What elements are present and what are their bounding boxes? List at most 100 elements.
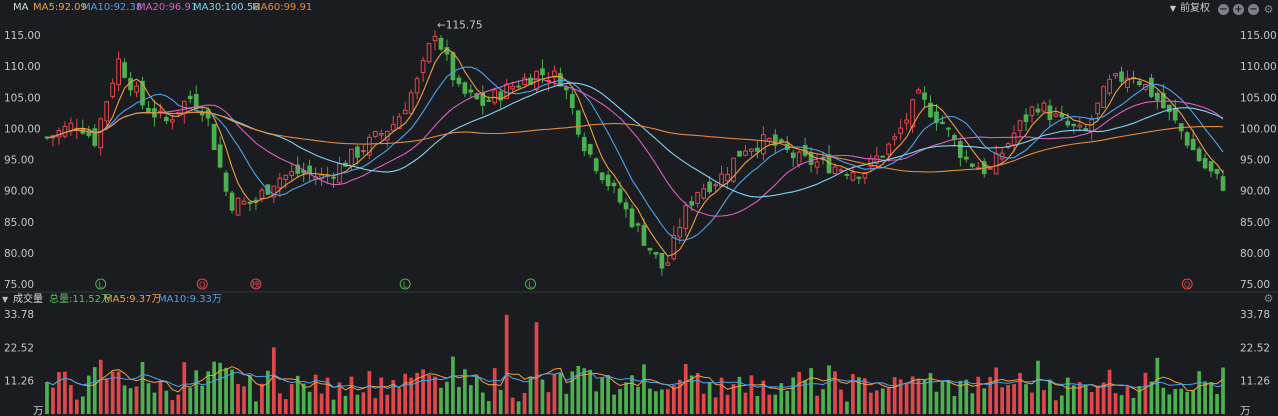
volume-bar[interactable] <box>1006 385 1010 414</box>
volume-bar[interactable] <box>367 371 372 414</box>
volume-bar[interactable] <box>654 391 658 414</box>
candle[interactable] <box>181 100 187 124</box>
volume-bar[interactable] <box>1161 387 1166 414</box>
volume-bar[interactable] <box>1167 394 1172 414</box>
volume-gear-icon[interactable]: ⚙ <box>1263 293 1274 304</box>
candle[interactable] <box>199 106 205 122</box>
volume-title[interactable]: 成交量 <box>13 292 43 308</box>
volume-bar[interactable] <box>648 388 652 414</box>
volume-bar[interactable] <box>104 378 109 414</box>
zoom-out-icon[interactable]: − <box>1248 3 1259 15</box>
volume-bar[interactable] <box>1209 382 1213 414</box>
candle[interactable] <box>116 51 121 92</box>
volume-bar[interactable] <box>468 385 473 414</box>
volume-bar[interactable] <box>1215 393 1219 414</box>
volume-bar[interactable] <box>767 394 772 414</box>
volume-bar[interactable] <box>773 394 778 414</box>
volume-bar[interactable] <box>164 390 169 414</box>
volume-bar[interactable] <box>170 400 175 414</box>
volume-bar[interactable] <box>236 384 240 414</box>
volume-bar[interactable] <box>540 379 545 414</box>
candle[interactable] <box>957 137 963 167</box>
candle[interactable] <box>749 148 754 157</box>
minus-icon[interactable]: − <box>1218 3 1229 15</box>
candle[interactable] <box>301 162 307 182</box>
candle[interactable] <box>1202 153 1208 170</box>
volume-bar[interactable] <box>528 377 533 414</box>
candle[interactable] <box>420 56 426 82</box>
volume-bar[interactable] <box>886 387 891 414</box>
candle[interactable] <box>408 89 414 116</box>
candle[interactable] <box>241 197 247 206</box>
volume-bar[interactable] <box>946 381 951 414</box>
candle[interactable] <box>916 87 921 94</box>
volume-bar[interactable] <box>516 401 521 414</box>
volume-bar[interactable] <box>504 314 509 414</box>
candle[interactable] <box>671 226 677 262</box>
candle[interactable] <box>235 196 241 216</box>
adjust-dropdown-icon[interactable]: ▼ <box>1170 1 1176 17</box>
candle[interactable] <box>307 159 313 182</box>
volume-bar[interactable] <box>69 385 73 414</box>
volume-bar[interactable] <box>594 391 599 414</box>
volume-bar[interactable] <box>725 394 730 414</box>
candle[interactable] <box>665 255 671 267</box>
volume-bar[interactable] <box>451 356 455 414</box>
candle[interactable] <box>277 172 283 197</box>
candle[interactable] <box>701 183 707 201</box>
candle[interactable] <box>337 156 342 185</box>
candle[interactable] <box>384 130 390 148</box>
volume-bar[interactable] <box>1065 377 1070 414</box>
volume-bar[interactable] <box>624 382 628 414</box>
volume-bar[interactable] <box>671 385 676 414</box>
volume-bar[interactable] <box>1036 360 1040 414</box>
volume-bar[interactable] <box>1113 393 1118 414</box>
volume-bar[interactable] <box>892 377 897 414</box>
candle[interactable] <box>880 155 886 158</box>
candle[interactable] <box>695 191 701 208</box>
volume-bar[interactable] <box>618 389 622 414</box>
candle[interactable] <box>725 166 730 190</box>
candle[interactable] <box>450 51 456 87</box>
candle[interactable] <box>146 101 151 114</box>
volume-bar[interactable] <box>803 380 807 414</box>
candle[interactable] <box>575 109 581 138</box>
volume-bar[interactable] <box>636 386 640 414</box>
volume-bar[interactable] <box>301 383 306 414</box>
candle[interactable] <box>844 171 850 180</box>
candle[interactable] <box>934 103 939 131</box>
volume-bar[interactable] <box>331 399 336 414</box>
volume-bar[interactable] <box>277 393 282 414</box>
candle[interactable] <box>140 76 145 110</box>
volume-bar[interactable] <box>433 376 437 414</box>
candle[interactable] <box>743 144 748 157</box>
candle[interactable] <box>760 125 766 161</box>
candle[interactable] <box>92 124 98 148</box>
candle[interactable] <box>790 149 796 167</box>
volume-bar[interactable] <box>1203 381 1207 414</box>
volume-bar[interactable] <box>677 379 682 414</box>
event-marker[interactable]: Q <box>196 278 208 290</box>
volume-bar[interactable] <box>373 398 378 414</box>
candle[interactable] <box>772 129 778 153</box>
event-marker[interactable]: Q <box>1181 278 1193 290</box>
volume-bar[interactable] <box>224 367 228 414</box>
candle[interactable] <box>623 198 629 218</box>
volume-bar[interactable] <box>140 361 145 414</box>
candle[interactable] <box>1196 146 1202 163</box>
volume-bar[interactable] <box>1048 379 1052 414</box>
volume-bar[interactable] <box>439 387 443 414</box>
volume-bar[interactable] <box>86 375 91 414</box>
volume-bar[interactable] <box>809 368 813 414</box>
volume-bar[interactable] <box>880 388 885 414</box>
candle[interactable] <box>187 90 193 104</box>
volume-bar[interactable] <box>212 361 216 414</box>
candle[interactable] <box>1005 142 1011 150</box>
candle[interactable] <box>211 123 217 151</box>
candle[interactable] <box>253 196 259 210</box>
event-marker[interactable]: 榜 <box>250 278 262 290</box>
candle[interactable] <box>892 133 898 146</box>
volume-bar[interactable] <box>445 381 449 414</box>
volume-bar[interactable] <box>612 394 616 414</box>
volume-bar[interactable] <box>206 371 211 414</box>
